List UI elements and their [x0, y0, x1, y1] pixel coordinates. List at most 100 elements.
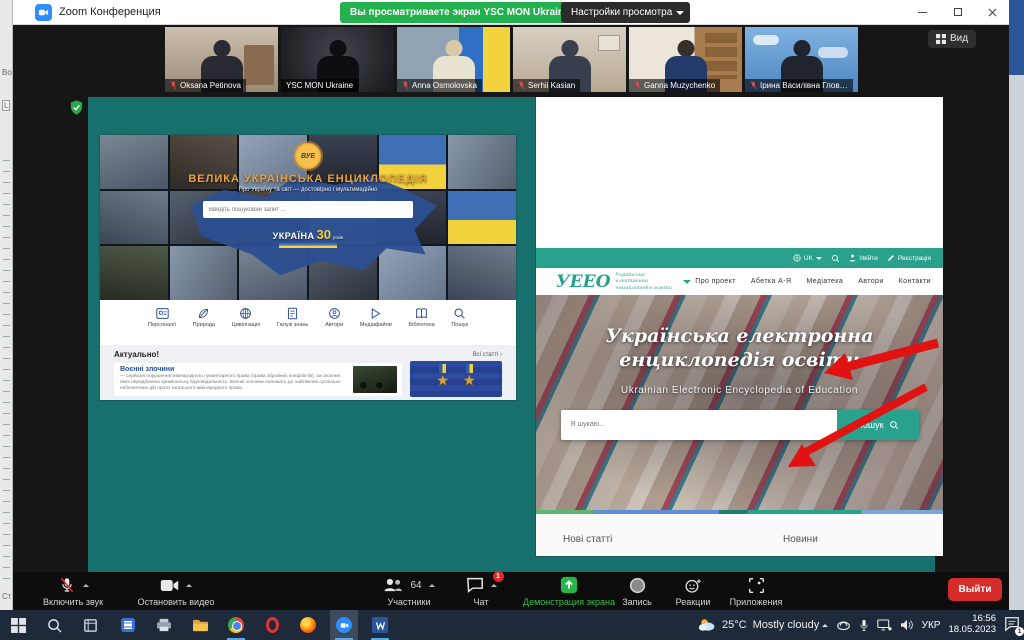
stop-video-button[interactable]: Остановить видео [121, 575, 231, 607]
security-shield-button[interactable] [68, 99, 85, 121]
video-tile[interactable]: Serhii Kasian [513, 27, 626, 92]
zoom-taskbar-icon[interactable] [330, 610, 358, 640]
shield-check-icon [68, 99, 85, 116]
weather-icon [698, 618, 716, 632]
share-screen-button[interactable]: Демонстрация экрана [513, 575, 625, 607]
minimize-button[interactable] [905, 0, 939, 24]
vue-nav-knowledge: Галузі знань [277, 307, 308, 345]
mic-muted-icon [518, 81, 525, 90]
video-camera-icon [160, 578, 179, 593]
chevron-up-icon[interactable] [186, 581, 192, 587]
vue-hero-collage: ВУЕ ВЕЛИКА УКРАЇНСЬКА ЕНЦИКЛОПЕДІЯ Про У… [100, 135, 516, 300]
chevron-down-icon [683, 280, 691, 288]
firefox-icon[interactable] [294, 610, 322, 640]
windows-logo-icon [11, 618, 26, 633]
mic-muted-icon [750, 81, 757, 90]
chevron-up-icon[interactable] [429, 581, 435, 587]
chrome-glyph [228, 617, 244, 633]
chevron-up-icon[interactable] [83, 581, 89, 587]
share-screen-icon [560, 576, 578, 594]
participant-nameplate: Anna Osmolovska [397, 79, 482, 92]
shared-screen: ВУЕ ВЕЛИКА УКРАЇНСЬКА ЕНЦИКЛОПЕДІЯ Про У… [88, 97, 935, 572]
start-button[interactable] [4, 610, 32, 640]
ueeo-topbar: UK Увійти Реєстрація [536, 248, 943, 268]
weather-condition: Mostly cloudy [753, 619, 820, 631]
search-icon [453, 307, 466, 320]
record-button[interactable]: Запись [611, 575, 663, 607]
participants-button[interactable]: 64 Участники [361, 575, 457, 607]
ueeo-search-button: Пошук [837, 410, 919, 440]
firefox-glyph [300, 617, 316, 633]
tray-expand-icon[interactable] [822, 621, 828, 627]
ukraine-30-logo: УКРАЇНА 30 років [273, 227, 344, 242]
unmute-button[interactable]: Включить звук [27, 575, 119, 607]
task-view-button[interactable] [76, 610, 104, 640]
document-icon [286, 307, 299, 320]
opera-glyph [266, 617, 279, 633]
video-tile-active-speaker[interactable]: YSC MON Ukraine [281, 27, 394, 92]
background-window-right-edge[interactable] [1009, 0, 1024, 610]
ueeo-search-bar: Пошук [561, 410, 919, 440]
new-articles-heading: Нові статті [563, 534, 612, 545]
chrome-icon[interactable] [222, 610, 250, 640]
microphone-tray-icon[interactable] [859, 619, 869, 632]
weather-widget[interactable]: 25°C Mostly cloudy [698, 610, 819, 640]
video-background [598, 35, 620, 51]
video-tile[interactable]: Ірина Василівна Глов… [745, 27, 858, 92]
word-taskbar-icon[interactable] [366, 610, 394, 640]
search-icon [831, 254, 840, 263]
language-indicator[interactable]: УКР [922, 620, 941, 631]
onedrive-icon[interactable] [836, 619, 851, 631]
date: 18.05.2023 [948, 625, 996, 636]
apps-button[interactable]: Приложения [723, 575, 789, 607]
vue-nav-row: Персоналії Природа Цивілізація Галузі зн… [100, 300, 516, 345]
leave-button[interactable]: Выйти [948, 578, 1002, 601]
video-tile[interactable]: Oksana Petinova [165, 27, 278, 92]
article-body: — серйозні порушення міжнародного гумані… [120, 374, 350, 393]
video-background-cloud [818, 47, 848, 58]
article-image-medals: ★ ★ [410, 361, 502, 397]
clock[interactable]: 16:56 18.05.2023 [948, 614, 996, 636]
media-app-icon[interactable] [114, 610, 142, 640]
chat-button[interactable]: 1 Чат [453, 575, 509, 607]
vue-nav-search: Пошук [451, 307, 468, 345]
participant-silhouette [329, 40, 346, 57]
speaker-icon[interactable] [900, 619, 914, 631]
person-icon [849, 254, 856, 262]
ueeo-hero-subtitle: Ukrainian Electronic Encyclopedia of Edu… [621, 385, 858, 396]
reactions-button[interactable]: Реакции [665, 575, 721, 607]
vue-nav-media: Медіафайли [360, 307, 392, 345]
mic-muted-icon [402, 81, 409, 90]
person-circle-icon [328, 307, 341, 320]
fax-printer-icon[interactable] [150, 610, 178, 640]
video-tile[interactable]: Ganna Muzychenko [629, 27, 742, 92]
maximize-button[interactable] [941, 0, 975, 24]
ueeo-hero: Українська електронна енциклопедія освіт… [536, 295, 943, 510]
participant-nameplate: Serhii Kasian [513, 79, 580, 92]
task-view-icon [83, 618, 98, 633]
vue-nav-personalities: Персоналії [148, 307, 176, 345]
background-window-word-edge[interactable]: Во L Ст [0, 0, 13, 610]
vue-nav-civilization: Цивілізація [232, 307, 261, 345]
ueeo-search-input [561, 410, 837, 440]
taskbar-search-button[interactable] [40, 610, 68, 640]
close-button[interactable] [975, 0, 1009, 24]
zoom-glyph [336, 617, 352, 633]
display-network-icon[interactable] [877, 619, 892, 631]
register-link: Реєстрація [887, 254, 931, 262]
language-selector: UK [793, 254, 822, 263]
view-layout-button[interactable]: Вид [928, 30, 976, 48]
ueeo-lower-sections: Нові статті Новини [536, 514, 943, 556]
medal-icon: ★ [436, 364, 449, 397]
word-fragment-bottom: Ст [2, 592, 11, 601]
vue-logo: ВУЕ [295, 143, 321, 169]
vue-nav-library: Бібліотека [408, 307, 434, 345]
view-settings-button[interactable]: Настройки просмотра [561, 2, 690, 23]
ueeo-logo: УЕЕО Українська електронна енциклопедія … [556, 272, 691, 292]
participant-silhouette [561, 40, 578, 57]
action-center-button[interactable]: 1 [1004, 616, 1022, 634]
video-tile[interactable]: Anna Osmolovska [397, 27, 510, 92]
file-explorer-icon[interactable] [186, 610, 214, 640]
opera-icon[interactable] [258, 610, 286, 640]
ueeo-nav-contacts: Контакти [899, 278, 931, 285]
